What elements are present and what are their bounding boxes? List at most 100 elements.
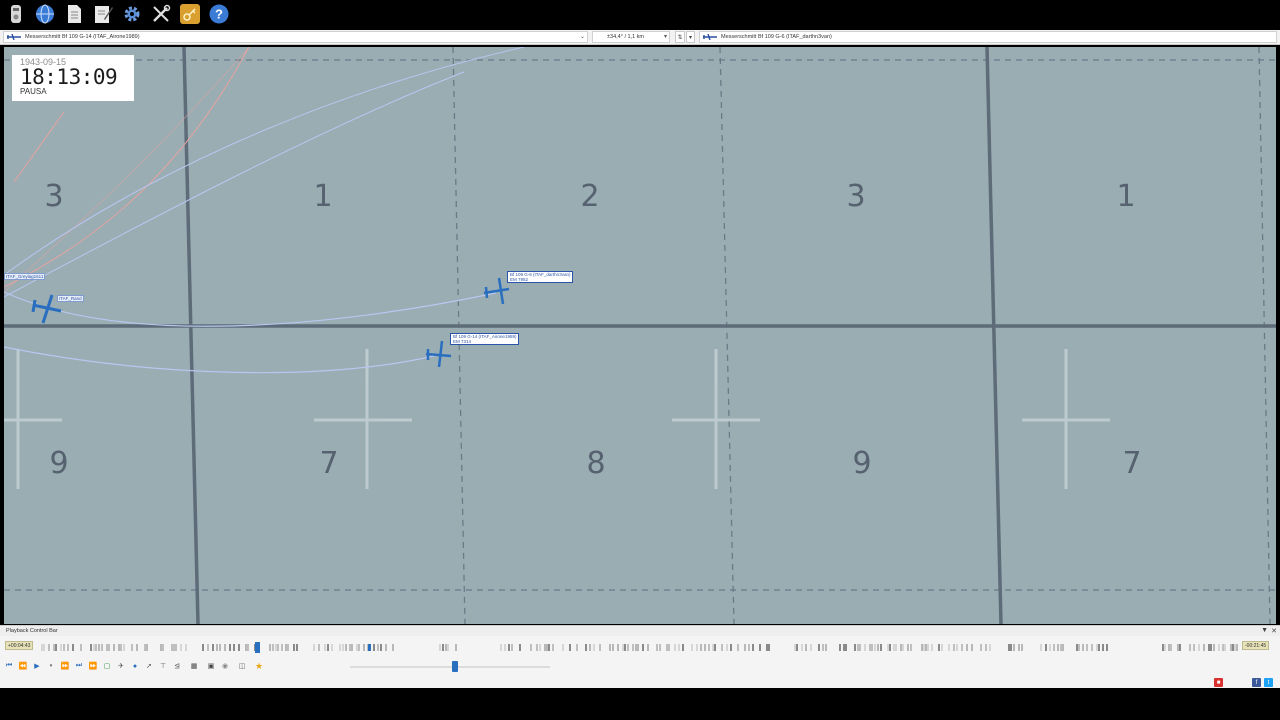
aircraft-view-icon: ✈ <box>118 663 124 670</box>
path-icon: ⊴ <box>174 663 180 670</box>
swap-icon: ⇅ <box>677 34 683 41</box>
aircraft-selection-bar: Messerschmitt Bf 109 G-14 (ITAF_Airone19… <box>0 30 1280 45</box>
path-button[interactable]: ⊴ <box>172 661 182 671</box>
globe-view-button[interactable]: ● <box>130 661 140 671</box>
grid-sector-number: 3 <box>44 179 64 214</box>
facebook-icon[interactable]: f <box>1252 678 1261 687</box>
edit-notes-icon <box>95 6 113 23</box>
event-timeline[interactable] <box>0 640 1280 654</box>
tools-button[interactable] <box>148 1 174 27</box>
swap-dropdown-button[interactable]: ▾ <box>686 31 695 43</box>
tactical-view-icon: ▦ <box>190 663 198 670</box>
vehicle-view-button[interactable]: ▣ <box>206 661 216 671</box>
close-icon[interactable]: ✕ <box>1271 627 1277 635</box>
timeline-cursor[interactable] <box>255 642 260 653</box>
weapon-view-button[interactable]: ➚ <box>144 661 154 671</box>
camera-button[interactable]: ▢ <box>102 661 112 671</box>
tools-icon <box>153 4 171 22</box>
tactical-map[interactable]: 3 1 2 3 1 9 7 8 9 7 Bf 109 G-6 (ITAF_darthn3van) … <box>4 47 1276 624</box>
aircraft-icon <box>483 277 510 305</box>
step-frame-button[interactable]: ⏩ <box>88 661 98 671</box>
tactical-view-button[interactable]: ▦ <box>186 661 202 671</box>
aircraft-icon <box>7 34 21 40</box>
chevron-down-icon: ▾ <box>688 34 692 41</box>
help-icon: ? <box>209 4 229 24</box>
aircraft-label-1[interactable]: Bf 109 G-6 (ITAF_darthn3van) EM 7952 <box>507 271 574 283</box>
app-window: ? Messerschmitt Bf 109 G-14 (ITAF_Airone… <box>0 0 1280 720</box>
play-icon: ▶ <box>34 663 40 670</box>
step-back-button[interactable]: ⏪ <box>18 661 28 671</box>
layout-icon: ◫ <box>238 663 246 670</box>
playback-bar-title: Playback Control Bar ▼ ✕ <box>0 625 1280 636</box>
chevron-down-icon: ▾ <box>49 663 53 669</box>
range-select[interactable]: ±34,4° / 1,1 km ▾ <box>592 31 670 43</box>
grid-sector-number: 8 <box>586 446 606 481</box>
pin-icon[interactable]: ▼ <box>1261 627 1268 634</box>
document-icon <box>68 5 81 23</box>
skip-to-end-button[interactable]: ⏭ <box>74 661 84 671</box>
grid-sector-number: 7 <box>1122 446 1142 481</box>
fast-forward-button[interactable]: ⏩ <box>60 661 70 671</box>
grid-sector-number: 1 <box>313 179 333 214</box>
aircraft-icon <box>425 340 452 368</box>
aircraft-label-data: EM 7314 <box>453 339 472 344</box>
aircraft-icon <box>703 34 717 40</box>
playback-speed-slider[interactable] <box>350 661 550 672</box>
twitter-icon[interactable]: t <box>1264 678 1273 687</box>
main-grid-lines <box>4 47 1276 624</box>
step-forward-icon: ⏩ <box>88 663 98 670</box>
favorite-button[interactable]: ★ <box>254 661 264 671</box>
globe-icon <box>36 4 54 24</box>
range-info: ±34,4° / 1,1 km <box>607 34 645 40</box>
primary-aircraft-select[interactable]: Messerschmitt Bf 109 G-14 (ITAF_Airone19… <box>3 31 588 43</box>
aircraft-label-3[interactable]: ITAF_Rand <box>57 295 84 302</box>
grid-sector-number: 7 <box>319 446 339 481</box>
vehicle-icon: ▣ <box>207 663 215 670</box>
playback-control-bar: +00:04:43 -00:21:45 ⏮ ⏪ ▶ ▾ ⏩ ⏭ ⏩ ▢ ✈ ● … <box>0 636 1280 688</box>
sphere-icon: ◉ <box>221 663 229 670</box>
aircraft-label-4[interactable]: ITAF_Greylag1511 <box>4 273 46 280</box>
secondary-aircraft-name: Messerschmitt Bf 109 G-6 (ITAF_darthn3va… <box>721 34 832 40</box>
skip-end-icon: ⏭ <box>75 662 83 669</box>
grid-sector-number: 9 <box>852 446 872 481</box>
swap-aircraft-button[interactable]: ⇅ <box>675 31 685 43</box>
aircraft-label-name: ITAF_Rand <box>59 296 82 301</box>
measure-icon: ⊤ <box>159 663 167 670</box>
slider-knob[interactable] <box>452 661 458 672</box>
aircraft-marker-1[interactable] <box>480 276 510 306</box>
fast-forward-icon: ⏩ <box>60 663 70 670</box>
measure-button[interactable]: ⊤ <box>158 661 168 671</box>
sphere-button[interactable]: ◉ <box>220 661 230 671</box>
aircraft-marker-2[interactable] <box>423 339 453 369</box>
gear-icon <box>124 6 140 22</box>
secondary-aircraft-select[interactable]: Messerschmitt Bf 109 G-6 (ITAF_darthn3va… <box>699 31 1277 43</box>
mission-time: 18:13:09 <box>20 65 118 89</box>
skip-to-start-button[interactable]: ⏮ <box>4 661 14 671</box>
settings-button[interactable] <box>119 1 145 27</box>
record-icon[interactable]: ■ <box>1214 678 1223 687</box>
playback-controls: ⏮ ⏪ ▶ ▾ ⏩ ⏭ ⏩ ▢ ✈ ● ➚ ⊤ ⊴ ▦ ▣ ◉ ◫ ★ <box>4 660 264 672</box>
help-button[interactable]: ? <box>206 1 232 27</box>
aircraft-view-button[interactable]: ✈ <box>116 661 126 671</box>
timeline-marker[interactable] <box>368 644 371 651</box>
weapon-icon: ➚ <box>146 663 152 670</box>
globe-button[interactable] <box>32 1 58 27</box>
chevron-down-icon: ▾ <box>663 34 667 40</box>
play-button[interactable]: ▶ <box>32 661 42 671</box>
play-options-button[interactable]: ▾ <box>46 661 56 671</box>
chevron-down-icon: ⌄ <box>579 34 585 40</box>
key-button[interactable] <box>177 1 203 27</box>
svg-text:?: ? <box>215 7 223 22</box>
flight-recorder-button[interactable] <box>3 1 29 27</box>
layout-button[interactable]: ◫ <box>234 661 250 671</box>
mission-clock: 1943-09-15 18:13:09 PAUSA <box>12 55 134 101</box>
map-canvas[interactable] <box>4 47 1276 624</box>
grid-sector-number: 3 <box>846 179 866 214</box>
remaining-time: -00:21:45 <box>1242 641 1270 650</box>
flight-recorder-icon <box>11 5 21 23</box>
edit-notes-button[interactable] <box>90 1 116 27</box>
document-button[interactable] <box>61 1 87 27</box>
grid-sector-number: 1 <box>1116 179 1136 214</box>
star-icon: ★ <box>254 660 264 671</box>
aircraft-label-2[interactable]: Bf 109 G-14 (ITAF_Airone1989) EM 7314 <box>450 333 520 345</box>
